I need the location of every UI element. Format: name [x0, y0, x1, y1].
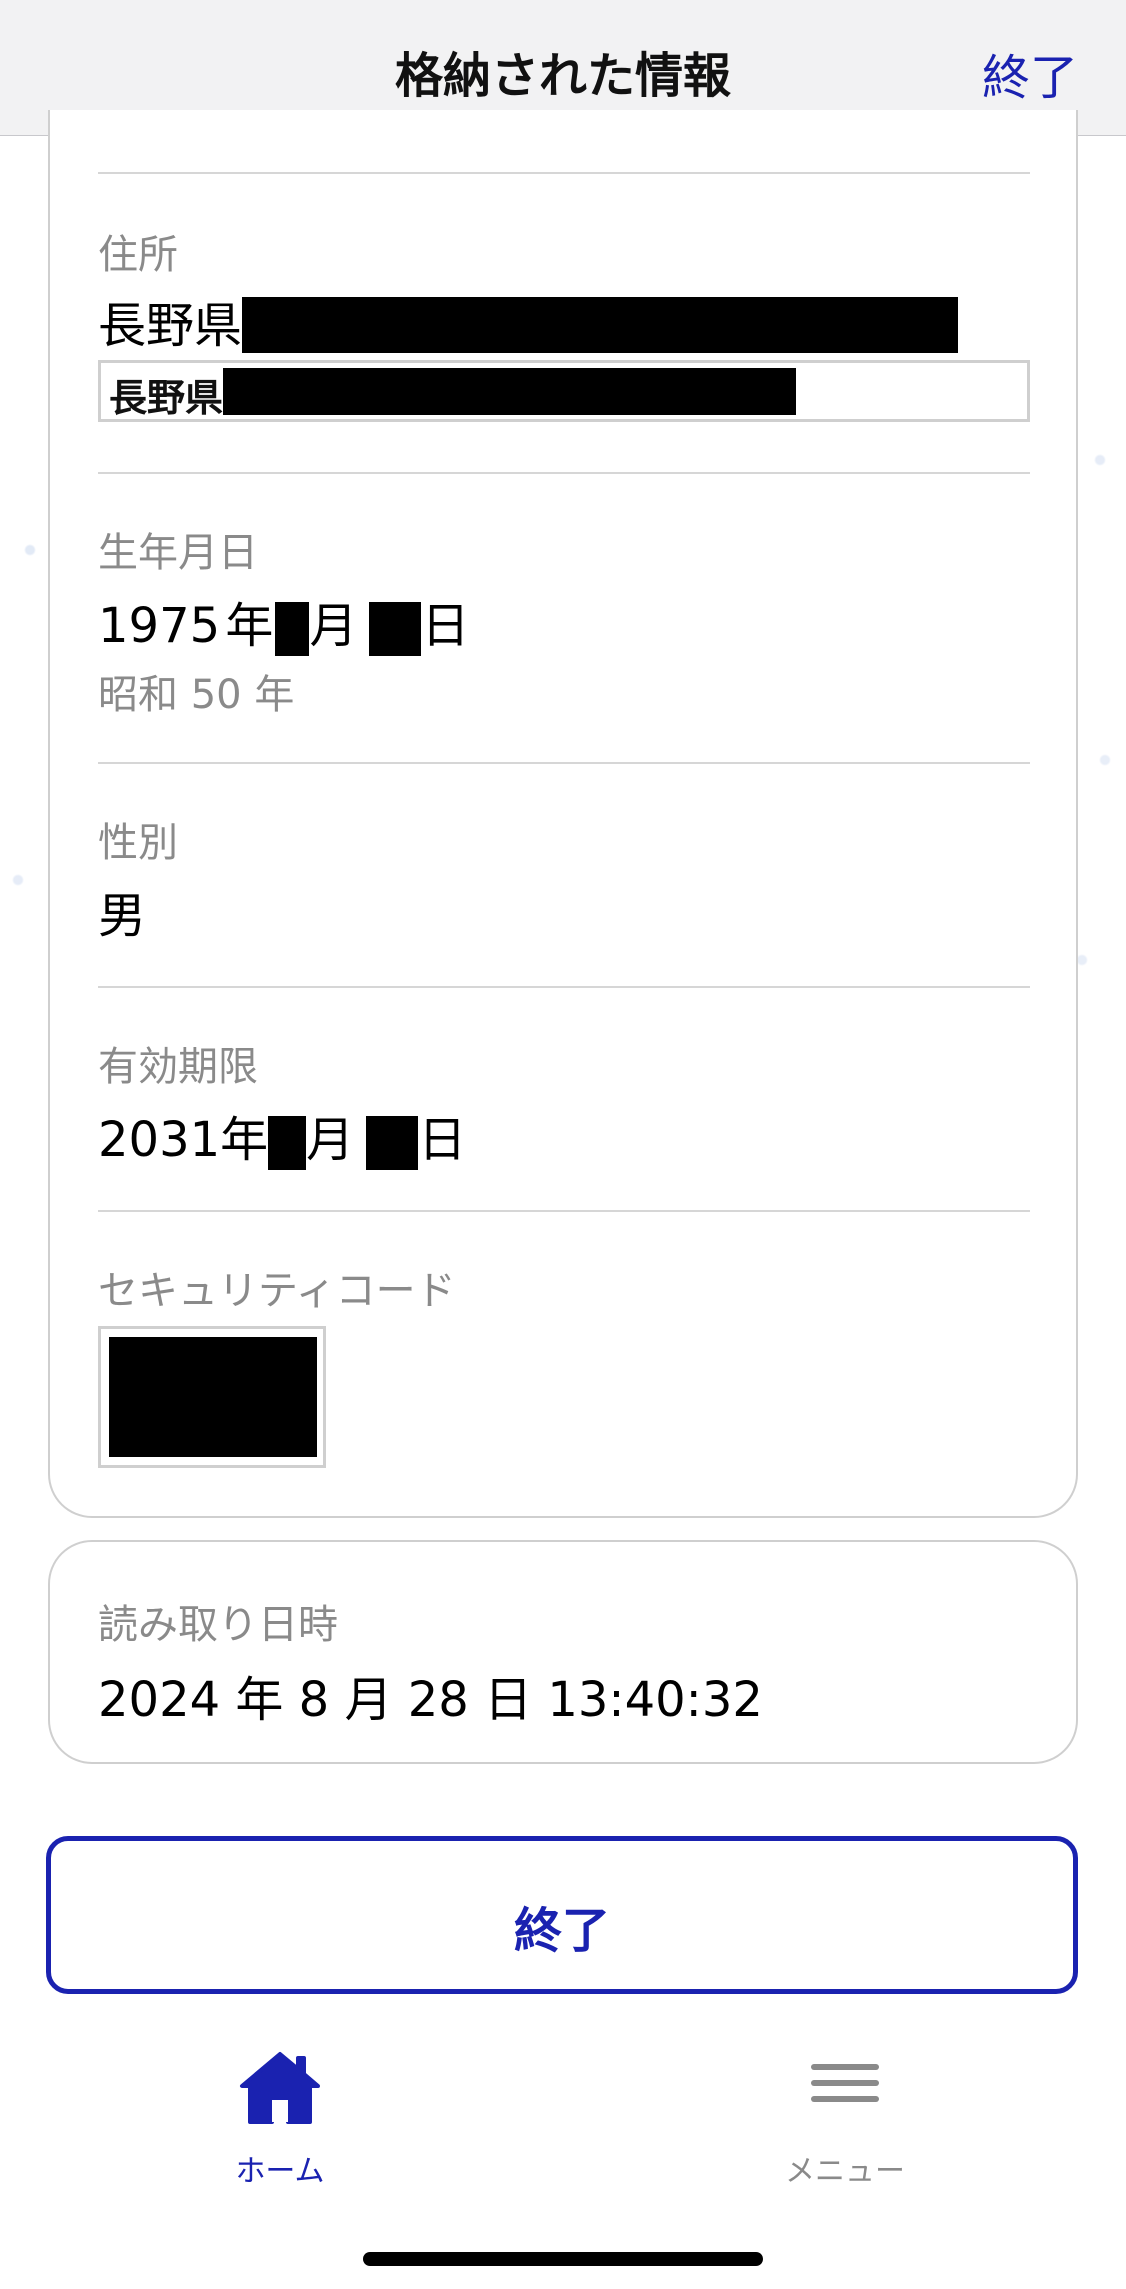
birth-year-unit: 年 [225, 598, 274, 654]
tab-menu[interactable]: メニュー [745, 2050, 945, 2190]
address-image: 長野県 [98, 360, 1030, 422]
hamburger-menu-icon [811, 2064, 879, 2102]
divider [98, 172, 1030, 174]
security-code-image [98, 1326, 326, 1468]
read-time-value: 2024 年 8 月 28 日 13:40:32 [98, 1672, 763, 1728]
divider [98, 1210, 1030, 1212]
security-code-label: セキュリティコード [98, 1268, 456, 1314]
redacted-block [223, 368, 796, 415]
redacted-block [242, 297, 959, 353]
tab-home[interactable]: ホーム [180, 2050, 380, 2190]
address-label: 住所 [98, 232, 178, 278]
birthdate-value: 1975 年月 日 [98, 586, 469, 656]
card-info-panel: 住所 長野県 長野県 生年月日 1975 年月日 昭和 50 年 性別 男 有効… [48, 110, 1078, 1518]
divider [98, 472, 1030, 474]
birthdate-era: 昭和 50 年 [98, 672, 295, 718]
finish-button-label: 終了 [513, 1903, 610, 1959]
expiry-month-unit: 月 [306, 1112, 355, 1168]
expiry-day-unit: 日 [418, 1112, 467, 1168]
tab-home-label: ホーム [235, 2154, 325, 2189]
home-indicator [363, 2252, 763, 2266]
birthdate-label: 生年月日 [98, 530, 258, 576]
redacted-block [369, 602, 422, 656]
birth-month-unit: 月 [309, 598, 358, 654]
redacted-block [275, 602, 310, 656]
gender-value: 男 [98, 888, 147, 944]
gender-label: 性別 [98, 820, 178, 866]
card-read-timestamp: 読み取り日時 2024 年 8 月 28 日 13:40:32 [48, 1540, 1078, 1764]
birth-day-unit: 日 [421, 598, 470, 654]
page-title: 格納された情報 [394, 48, 731, 104]
birth-year: 1975 [98, 598, 221, 654]
divider [98, 986, 1030, 988]
tab-menu-label: メニュー [785, 2154, 905, 2189]
finish-button[interactable]: 終了 [46, 1836, 1078, 1994]
read-time-label: 読み取り日時 [98, 1602, 338, 1648]
redacted-block [366, 1116, 419, 1170]
address-value: 長野県 [98, 286, 959, 356]
redacted-block [109, 1337, 317, 1457]
redacted-block [268, 1116, 307, 1170]
expiry-year-unit: 年 [220, 1112, 269, 1168]
address-prefix: 長野県 [98, 298, 243, 354]
address-image-text: 長野県 [109, 376, 224, 420]
home-icon [240, 2052, 320, 2124]
divider [98, 762, 1030, 764]
header-close-button[interactable]: 終了 [982, 38, 1078, 108]
expiry-year: 2031 [98, 1112, 221, 1168]
expiry-value: 2031年月 日 [98, 1100, 466, 1170]
expiry-label: 有効期限 [98, 1044, 258, 1090]
